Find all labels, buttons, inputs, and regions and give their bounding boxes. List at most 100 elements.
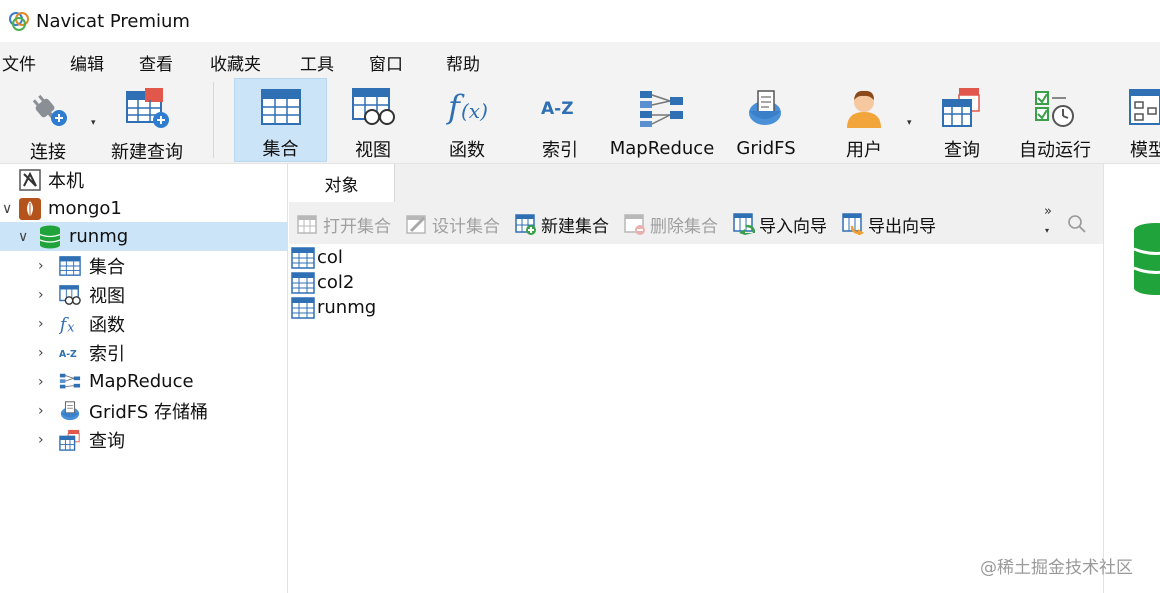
- list-item-col[interactable]: col: [291, 245, 343, 270]
- tab-objects[interactable]: 对象: [289, 164, 395, 202]
- open-collection-icon: [297, 215, 317, 234]
- new-collection-label: 新建集合: [541, 216, 609, 237]
- tree-item-collections[interactable]: › 集合: [0, 251, 288, 280]
- connect-dropdown-icon[interactable]: ▾: [91, 118, 96, 128]
- new-collection-button[interactable]: 新建集合: [515, 210, 609, 238]
- chevron-right-icon[interactable]: ›: [38, 345, 44, 361]
- new-query-button[interactable]: 新建查询: [104, 78, 190, 163]
- chevron-right-icon[interactable]: ›: [38, 432, 44, 448]
- list-item-label: col2: [317, 272, 355, 293]
- chevron-right-icon[interactable]: ›: [38, 403, 44, 419]
- menu-tools[interactable]: 工具: [300, 50, 334, 75]
- tree-item-label: 查询: [89, 430, 125, 452]
- connect-label: 连接: [30, 142, 66, 163]
- title-bar: Navicat Premium: [0, 0, 1160, 42]
- gridfs-icon: [60, 400, 80, 420]
- plug-icon: [32, 94, 67, 126]
- index-button[interactable]: A-Z 索引: [522, 78, 598, 162]
- local-icon: [19, 168, 41, 191]
- tree-item-label: 视图: [89, 285, 125, 307]
- function-button[interactable]: f (x) 函数: [428, 78, 506, 162]
- open-collection-button[interactable]: 打开集合: [297, 210, 391, 238]
- connect-button[interactable]: 连接: [10, 78, 86, 163]
- collection-icon: [260, 89, 301, 125]
- menu-view[interactable]: 查看: [139, 50, 173, 75]
- list-item-col2[interactable]: col2: [291, 270, 354, 295]
- chevron-down-icon[interactable]: ∨: [18, 229, 28, 245]
- gridfs-icon: [749, 90, 781, 125]
- chevron-down-icon[interactable]: ∨: [2, 201, 12, 217]
- user-button[interactable]: 用户: [826, 78, 902, 162]
- connection-tree: 本机 ∨ mongo1 ∨ runmg › 集合 › 视图 › f x 函数 ›…: [0, 164, 288, 593]
- mapreduce-icon: [59, 373, 81, 388]
- menu-window[interactable]: 窗口: [369, 50, 403, 75]
- delete-collection-button[interactable]: 删除集合: [624, 210, 718, 238]
- watermark-text: @稀土掘金技术社区: [980, 558, 1133, 578]
- view-icon: [59, 284, 81, 305]
- tree-item-label: runmg: [69, 226, 129, 247]
- toolbar-separator: [213, 82, 214, 158]
- design-collection-icon: [406, 215, 426, 234]
- tree-item-indexes[interactable]: › A-Z 索引: [0, 338, 288, 367]
- tree-item-local[interactable]: 本机: [0, 165, 288, 194]
- chevron-right-icon[interactable]: ›: [38, 287, 44, 303]
- export-wizard-button[interactable]: 导出向导: [842, 210, 936, 238]
- gridfs-label: GridFS: [736, 138, 796, 159]
- query-label: 查询: [944, 140, 980, 161]
- tree-item-label: GridFS 存储桶: [89, 401, 208, 423]
- tree-item-label: 函数: [89, 314, 125, 336]
- tree-item-gridfs[interactable]: › GridFS 存储桶: [0, 396, 288, 425]
- tree-item-label: MapReduce: [89, 371, 194, 392]
- function-icon: f x: [59, 315, 75, 335]
- list-item-label: runmg: [317, 297, 377, 318]
- tree-item-runmg[interactable]: ∨ runmg: [0, 222, 288, 251]
- design-collection-button[interactable]: 设计集合: [406, 210, 500, 238]
- more-actions-button[interactable]: »: [1044, 204, 1052, 219]
- view-label: 视图: [355, 140, 391, 161]
- menu-bar: 文件 编辑 查看 收藏夹 工具 窗口 帮助: [0, 42, 1160, 78]
- menu-file[interactable]: 文件: [2, 50, 36, 75]
- collection-icon: [291, 246, 315, 269]
- tree-item-views[interactable]: › 视图: [0, 280, 288, 309]
- menu-edit[interactable]: 编辑: [70, 50, 104, 75]
- autorun-icon: [1035, 91, 1074, 127]
- view-icon: [352, 88, 395, 125]
- model-label: 模型: [1130, 140, 1160, 161]
- search-icon[interactable]: [1067, 214, 1087, 234]
- tree-item-queries[interactable]: › 查询: [0, 425, 288, 454]
- tree-item-label: 索引: [89, 343, 125, 365]
- list-item-label: col: [317, 247, 343, 268]
- more-dropdown-icon[interactable]: ▾: [1045, 226, 1049, 235]
- mapreduce-button[interactable]: MapReduce: [606, 78, 718, 162]
- import-wizard-button[interactable]: 导入向导: [733, 210, 827, 238]
- chevron-right-icon[interactable]: ›: [38, 316, 44, 332]
- view-button[interactable]: 视图: [333, 78, 413, 162]
- tree-item-functions[interactable]: › f x 函数: [0, 309, 288, 338]
- list-item-runmg[interactable]: runmg: [291, 295, 376, 320]
- model-button[interactable]: 模型: [1118, 78, 1160, 162]
- delete-collection-label: 删除集合: [650, 216, 718, 237]
- object-list: col col2 runmg: [289, 244, 1103, 593]
- user-icon: [847, 90, 881, 128]
- menu-favorites[interactable]: 收藏夹: [210, 50, 261, 75]
- model-icon: [1129, 89, 1160, 125]
- tree-item-label: mongo1: [48, 198, 122, 219]
- query-button[interactable]: 查询: [924, 78, 1000, 162]
- object-toolbar: 打开集合 设计集合 新建集合 删除集合 导入向导 导出向导 » ▾: [289, 202, 1103, 244]
- collection-icon: [291, 296, 315, 319]
- svg-text:A-Z: A-Z: [541, 99, 574, 119]
- svg-text:x: x: [67, 320, 75, 335]
- export-wizard-label: 导出向导: [868, 216, 936, 237]
- collection-button[interactable]: 集合: [234, 78, 327, 162]
- database-icon: [1133, 223, 1160, 295]
- tree-item-mapreduce[interactable]: › MapReduce: [0, 367, 288, 396]
- open-collection-label: 打开集合: [323, 216, 391, 237]
- menu-help[interactable]: 帮助: [446, 50, 480, 75]
- gridfs-button[interactable]: GridFS: [728, 78, 804, 162]
- autorun-button[interactable]: 自动运行: [1014, 78, 1096, 162]
- info-panel: [1103, 164, 1160, 593]
- chevron-right-icon[interactable]: ›: [38, 374, 44, 390]
- chevron-right-icon[interactable]: ›: [38, 258, 44, 274]
- user-dropdown-icon[interactable]: ▾: [907, 118, 912, 128]
- tree-item-mongo1[interactable]: ∨ mongo1: [0, 194, 288, 223]
